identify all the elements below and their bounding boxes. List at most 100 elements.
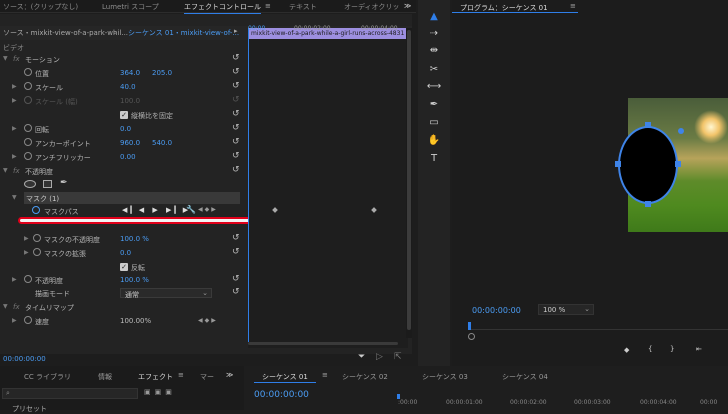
play-icon[interactable]: ▸ [234, 27, 238, 35]
timeline-scrollbar[interactable] [248, 342, 398, 345]
mask-opacity-value[interactable]: 100.0 % [120, 235, 149, 243]
expand-arrow-icon[interactable]: ▶ [12, 83, 17, 90]
rotation-value[interactable]: 0.0 [120, 125, 131, 133]
rectangle-tool-icon[interactable]: ▭ [426, 116, 442, 129]
ec-timecode[interactable]: 00:00:00:00 [3, 355, 46, 363]
mask-handle[interactable] [615, 161, 621, 167]
keyframe-nav-icon[interactable]: ◀◆▶ [198, 206, 218, 213]
program-playhead[interactable] [468, 322, 471, 330]
row-rotation[interactable]: ▶ 回転 0.0 ↺ [0, 122, 246, 136]
keyframe-marker[interactable] [272, 207, 278, 213]
row-motion[interactable]: ▼ fx モーション ↺ [0, 52, 246, 66]
tab-effects[interactable]: エフェクト [138, 372, 173, 382]
vertical-scrollbar[interactable] [406, 28, 412, 338]
sequence-clip-label[interactable]: シーケンス 01・mixkit-view-of-... [128, 28, 239, 38]
expand-arrow-icon[interactable]: ▶ [12, 276, 17, 283]
menu-icon[interactable]: ≡ [570, 2, 576, 10]
stopwatch-icon[interactable] [33, 248, 41, 256]
effect-timeline[interactable]: mixkit-view-of-a-park-while-a-girl-runs-… [248, 28, 408, 348]
tab-lumetri-scopes[interactable]: Lumetri スコープ [102, 2, 159, 12]
expand-arrow-icon[interactable]: ▶ [12, 317, 17, 324]
stopwatch-icon[interactable] [24, 316, 32, 324]
row-position[interactable]: 位置 364.0 205.0 ↺ [0, 66, 246, 80]
selection-tool-icon[interactable]: ▲ [426, 10, 442, 23]
keyframe-marker[interactable] [371, 207, 377, 213]
more-tabs-icon[interactable]: ≫ [404, 2, 411, 10]
opacity-value[interactable]: 100.0 % [120, 276, 149, 284]
row-mask-expansion[interactable]: ▶ マスクの拡張 0.0 ↺ [0, 246, 246, 260]
keyframe-nav-icon[interactable]: ◀◆▶ [198, 317, 218, 324]
more-tabs-icon[interactable]: ≫ [226, 371, 233, 379]
row-uniform-scale[interactable]: ✓ 縦横比を固定 ↺ [0, 108, 246, 122]
reset-icon[interactable]: ↺ [232, 165, 242, 175]
scrollbar-thumb[interactable] [407, 30, 411, 330]
zoom-select[interactable]: 100 % ⌄ [538, 304, 594, 315]
wrench-icon[interactable]: 🔧 [186, 205, 196, 214]
position-y-value[interactable]: 205.0 [152, 69, 172, 77]
reset-icon[interactable]: ↺ [232, 81, 242, 91]
menu-icon[interactable]: ≡ [265, 2, 271, 10]
blend-mode-select[interactable]: 通常 ⌄ [120, 288, 212, 299]
expand-arrow-icon[interactable]: ▼ [3, 55, 8, 62]
mask-handle[interactable] [645, 122, 651, 128]
filter-icon[interactable]: ⏷ [358, 352, 365, 362]
reset-icon[interactable]: ↺ [232, 151, 242, 161]
tab-markers[interactable]: マー [200, 372, 214, 382]
tab-sequence-03[interactable]: シーケンス 03 [422, 372, 468, 382]
row-opacity-effect[interactable]: ▼ fx 不透明度 ↺ [0, 164, 246, 178]
program-time-ruler[interactable] [468, 322, 728, 330]
uniform-scale-checkbox[interactable]: ✓ [120, 111, 128, 119]
razor-tool-icon[interactable]: ✂ [426, 63, 442, 76]
row-antiflicker[interactable]: ▶ アンチフリッカー 0.00 ↺ [0, 150, 246, 164]
zoom-handle[interactable] [468, 333, 475, 340]
mark-in-icon[interactable]: { [648, 345, 652, 353]
speed-value[interactable]: 100.00% [120, 317, 151, 325]
tab-info[interactable]: 情報 [98, 372, 112, 382]
play-audio-icon[interactable]: ▷ [376, 352, 383, 362]
stopwatch-icon[interactable] [24, 138, 32, 146]
sequence-playhead[interactable] [397, 394, 400, 399]
ellipse-mask-icon[interactable] [24, 180, 36, 188]
playhead-line[interactable] [248, 28, 249, 342]
export-icon[interactable]: ⇱ [394, 352, 402, 362]
mask-tracking-controls[interactable]: ◀▎◀ ▶ ▶▎▶ [122, 206, 191, 214]
tab-sequence-01[interactable]: シーケンス 01 [262, 372, 308, 382]
sequence-timecode[interactable]: 00:00:00:00 [254, 390, 309, 400]
stopwatch-icon[interactable] [24, 275, 32, 283]
row-opacity[interactable]: ▶ 不透明度 100.0 % ↺ [0, 273, 246, 287]
slip-tool-icon[interactable]: ⟷ [426, 80, 442, 93]
expand-arrow-icon[interactable]: ▶ [24, 235, 29, 242]
antiflicker-value[interactable]: 0.00 [120, 153, 136, 161]
expand-arrow-icon[interactable]: ▶ [12, 125, 17, 132]
tab-audio-clip[interactable]: オーディオクリッ [344, 2, 399, 12]
mask-expansion-value[interactable]: 0.0 [120, 249, 131, 257]
row-mask-opacity[interactable]: ▶ マスクの不透明度 100.0 % ↺ [0, 232, 246, 246]
expand-arrow-icon[interactable]: ▼ [3, 303, 8, 310]
pen-tool-icon[interactable]: ✒ [60, 178, 68, 188]
track-select-tool-icon[interactable]: ⇢ [426, 27, 442, 40]
ripple-edit-tool-icon[interactable]: ⇹ [426, 44, 442, 57]
expand-arrow-icon[interactable]: ▼ [12, 194, 17, 201]
program-timecode[interactable]: 00:00:00:00 [472, 306, 521, 315]
tab-sequence-02[interactable]: シーケンス 02 [342, 372, 388, 382]
row-mask[interactable]: ▼ マスク (1) [0, 191, 246, 205]
tab-source[interactable]: ソース：(クリップなし) [3, 2, 78, 12]
stopwatch-icon[interactable] [24, 82, 32, 90]
expand-arrow-icon[interactable]: ▼ [3, 167, 8, 174]
row-scale[interactable]: ▶ スケール 40.0 ↺ [0, 80, 246, 94]
go-to-in-icon[interactable]: ⇤ [696, 345, 702, 353]
presets-folder[interactable]: プリセット [12, 404, 47, 414]
row-mask-path[interactable]: マスクパス ◀▎◀ ▶ ▶▎▶ 🔧 ◀◆▶ [0, 204, 246, 218]
stopwatch-icon[interactable] [24, 152, 32, 160]
reset-icon[interactable]: ↺ [232, 287, 242, 297]
row-speed[interactable]: ▶ 速度 100.00% ◀◆▶ [0, 314, 246, 328]
reset-icon[interactable]: ↺ [232, 247, 242, 257]
mask-handle[interactable] [645, 201, 651, 207]
row-invert[interactable]: ✓ 反転 [0, 260, 246, 274]
tab-effect-controls[interactable]: エフェクトコントロール [184, 2, 261, 15]
expand-arrow-icon[interactable]: ▶ [12, 153, 17, 160]
tab-cc-libraries[interactable]: CC ライブラリ [24, 372, 71, 382]
row-blend-mode[interactable]: 描画モード 通常 ⌄ ↺ [0, 286, 246, 300]
chevron-down-icon[interactable]: ⌄ [112, 28, 118, 36]
stopwatch-icon[interactable] [32, 206, 40, 214]
